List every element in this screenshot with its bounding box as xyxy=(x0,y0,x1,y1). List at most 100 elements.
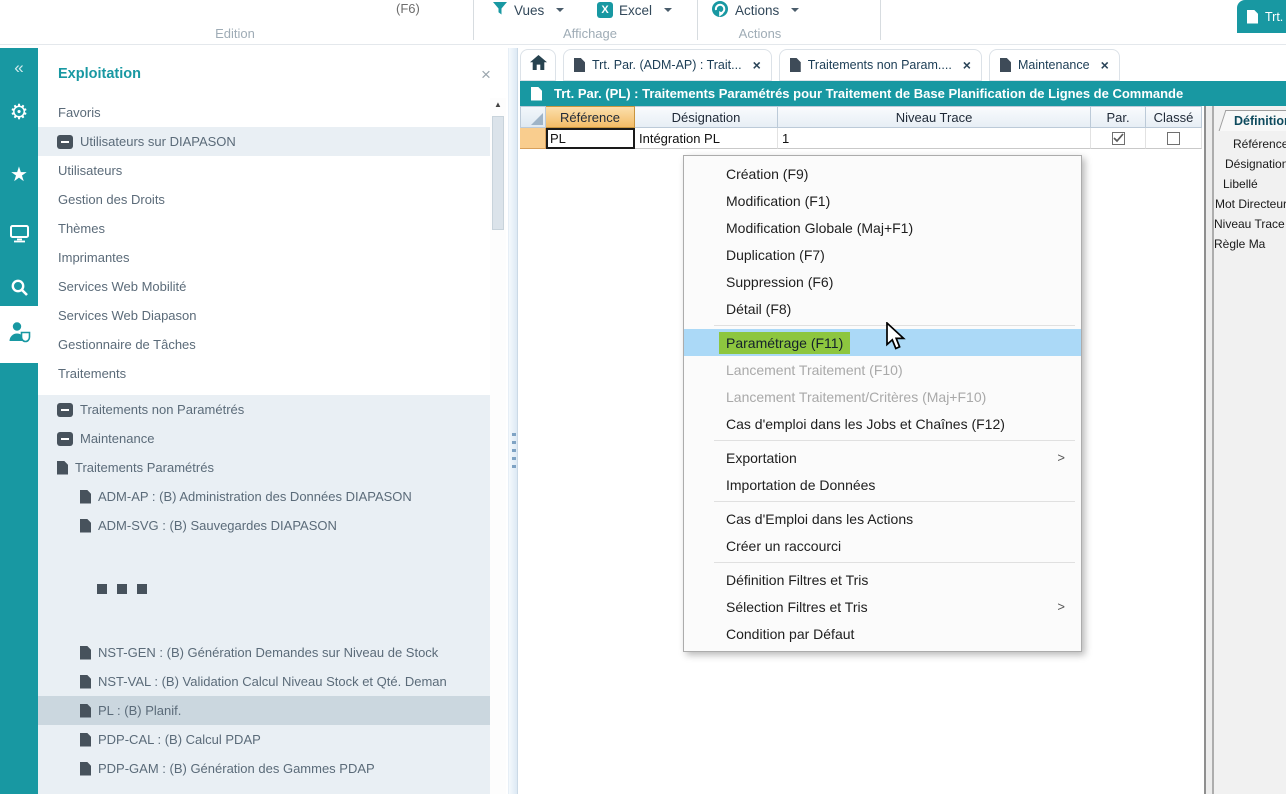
sidebar-item[interactable]: PDP-CAL : (B) Calcul PDAP xyxy=(38,725,490,754)
sidebar-item[interactable]: ADM-AP : (B) Administration des Données … xyxy=(38,482,490,511)
excel-button[interactable]: X Excel xyxy=(597,0,672,23)
row-selector-cell[interactable] xyxy=(520,128,546,149)
menu-item[interactable]: Créer un raccourci xyxy=(684,532,1081,559)
cell-par[interactable] xyxy=(1091,128,1146,149)
sidebar-item[interactable]: NST-VAL : (B) Validation Calcul Niveau S… xyxy=(38,667,490,696)
sidebar-close-icon[interactable]: × xyxy=(481,65,491,85)
sidebar-item[interactable]: Traitements Paramétrés xyxy=(38,453,490,482)
sidebar-item[interactable] xyxy=(38,574,490,604)
menu-item-label: Modification Globale (Maj+F1) xyxy=(726,220,913,236)
sidebar-item[interactable]: Services Web Mobilité xyxy=(38,272,490,301)
tab[interactable]: Trt. Par. (ADM-AP) : Trait...× xyxy=(563,49,772,81)
tab[interactable]: Traitements non Param.... × xyxy=(779,49,982,81)
panel-splitter[interactable] xyxy=(1204,106,1214,794)
document-title: Trt. Par. (PL) : Traitements Paramétrés … xyxy=(554,86,1183,101)
classe-checkbox[interactable] xyxy=(1167,132,1180,145)
submenu-arrow-icon: > xyxy=(1057,450,1065,465)
table-header-row: RéférenceDésignationNiveau TracePar.Clas… xyxy=(520,106,1202,128)
star-icon[interactable]: ★ xyxy=(0,162,38,187)
sidebar-item-label: Favoris xyxy=(58,105,101,120)
column-header[interactable]: Désignation xyxy=(635,106,778,128)
tab-label: Traitements non Param.... xyxy=(808,58,952,72)
menu-item[interactable]: Création (F9) xyxy=(684,160,1081,187)
document-icon xyxy=(80,490,91,504)
sidebar-item-label: PDP-GAM : (B) Génération des Gammes PDAP xyxy=(98,761,375,776)
gear-icon[interactable]: ⚙ xyxy=(0,100,38,125)
tab-definition[interactable]: Définition xyxy=(1222,110,1286,131)
user-shield-icon[interactable] xyxy=(0,320,38,349)
sidebar-item[interactable]: Traitements non Paramétrés xyxy=(38,395,490,424)
search-icon[interactable] xyxy=(0,278,38,302)
column-header[interactable]: Niveau Trace xyxy=(778,106,1091,128)
sidebar-item[interactable]: Gestionnaire de Tâches xyxy=(38,330,490,359)
field-label: Règle Ma xyxy=(1214,237,1265,251)
tab-close-icon[interactable]: × xyxy=(1101,57,1109,73)
menu-item[interactable]: Importation de Données xyxy=(684,471,1081,498)
column-header[interactable]: Classé xyxy=(1146,106,1202,128)
tab-close-icon[interactable]: × xyxy=(963,57,971,73)
vues-button[interactable]: Vues xyxy=(492,0,564,23)
menu-item[interactable]: Détail (F8) xyxy=(684,295,1081,322)
sidebar-item[interactable]: Traitements xyxy=(38,359,490,388)
tab-home[interactable] xyxy=(520,49,556,81)
sidebar-item[interactable]: Imprimantes xyxy=(38,243,490,272)
menu-item[interactable]: Modification (F1) xyxy=(684,187,1081,214)
sidebar-item[interactable]: PDP-GAM : (B) Génération des Gammes PDAP xyxy=(38,754,490,783)
scrollbar-up-icon[interactable]: ▲ xyxy=(490,98,506,112)
sidebar-item[interactable]: Services Web Diapason xyxy=(38,301,490,330)
sidebar-item[interactable]: Thèmes xyxy=(38,214,490,243)
tab[interactable]: Maintenance× xyxy=(989,49,1120,81)
column-header[interactable]: Par. xyxy=(1091,106,1146,128)
collapse-chevron-icon[interactable]: « xyxy=(0,58,38,78)
column-header[interactable]: Référence xyxy=(546,106,635,128)
tab-close-icon[interactable]: × xyxy=(753,57,761,73)
monitor-icon[interactable] xyxy=(0,224,38,248)
table-corner-cell[interactable] xyxy=(520,106,546,128)
document-icon xyxy=(80,675,91,689)
sidebar-item[interactable]: NST-GEN : (B) Génération Demandes sur Ni… xyxy=(38,638,490,667)
sidebar-item[interactable]: Maintenance xyxy=(38,424,490,453)
sidebar-panel: Exploitation × FavorisUtilisateurs sur D… xyxy=(38,48,508,794)
cell-reference[interactable]: PL xyxy=(546,128,635,149)
cell-designation[interactable]: Intégration PL xyxy=(635,128,778,149)
menu-item[interactable]: Modification Globale (Maj+F1) xyxy=(684,214,1081,241)
menu-item[interactable]: Sélection Filtres et Tris> xyxy=(684,593,1081,620)
sidebar-scrollbar[interactable]: ▲ xyxy=(490,98,506,794)
sidebar-item[interactable]: Utilisateurs sur DIAPASON xyxy=(38,127,490,156)
tab-definition-label: Définition xyxy=(1234,114,1286,128)
menu-item[interactable]: Paramétrage (F11) xyxy=(684,329,1081,356)
excel-button-label: Excel xyxy=(619,3,652,18)
menu-item-label: Cas d'Emploi dans les Actions xyxy=(726,511,913,527)
menu-item[interactable]: Exportation> xyxy=(684,444,1081,471)
ellipsis-dots-icon xyxy=(97,584,107,594)
sidebar-item xyxy=(38,604,490,638)
definition-panel: Définition RéférenceDésignationLibelléMo… xyxy=(1214,106,1286,794)
splitter-grip-icon xyxy=(512,433,516,473)
sidebar-item[interactable]: Favoris xyxy=(38,98,490,127)
sidebar-item-label: Services Web Mobilité xyxy=(58,279,186,294)
actions-button[interactable]: Actions xyxy=(711,0,799,23)
menu-item[interactable]: Suppression (F6) xyxy=(684,268,1081,295)
scrollbar-thumb[interactable] xyxy=(492,116,504,230)
cell-classe[interactable] xyxy=(1146,128,1202,149)
tab-active[interactable]: Trt. xyxy=(1237,0,1286,33)
menu-item[interactable]: Duplication (F7) xyxy=(684,241,1081,268)
sidebar-item[interactable]: Gestion des Droits xyxy=(38,185,490,214)
sidebar-item[interactable]: PL : (B) Planif. xyxy=(38,696,490,725)
menu-item[interactable]: Définition Filtres et Tris xyxy=(684,566,1081,593)
menu-separator xyxy=(714,501,1075,502)
document-icon xyxy=(80,646,91,660)
tray-icon xyxy=(57,403,73,417)
menu-item[interactable]: Condition par Défaut xyxy=(684,620,1081,647)
sidebar-item-label: Traitements xyxy=(58,366,126,381)
sidebar-splitter[interactable] xyxy=(508,48,518,794)
menu-item[interactable]: Cas d'Emploi dans les Actions xyxy=(684,505,1081,532)
cell-niveau-trace[interactable]: 1 xyxy=(778,128,1091,149)
sidebar-item-label: Maintenance xyxy=(80,431,154,446)
sidebar-item[interactable]: Utilisateurs xyxy=(38,156,490,185)
menu-item[interactable]: Cas d'emploi dans les Jobs et Chaînes (F… xyxy=(684,410,1081,437)
par-checkbox[interactable] xyxy=(1112,132,1125,145)
document-icon xyxy=(80,762,91,776)
table-row[interactable]: PLIntégration PL1 xyxy=(520,128,1202,149)
sidebar-item[interactable]: ADM-SVG : (B) Sauvegardes DIAPASON xyxy=(38,511,490,540)
